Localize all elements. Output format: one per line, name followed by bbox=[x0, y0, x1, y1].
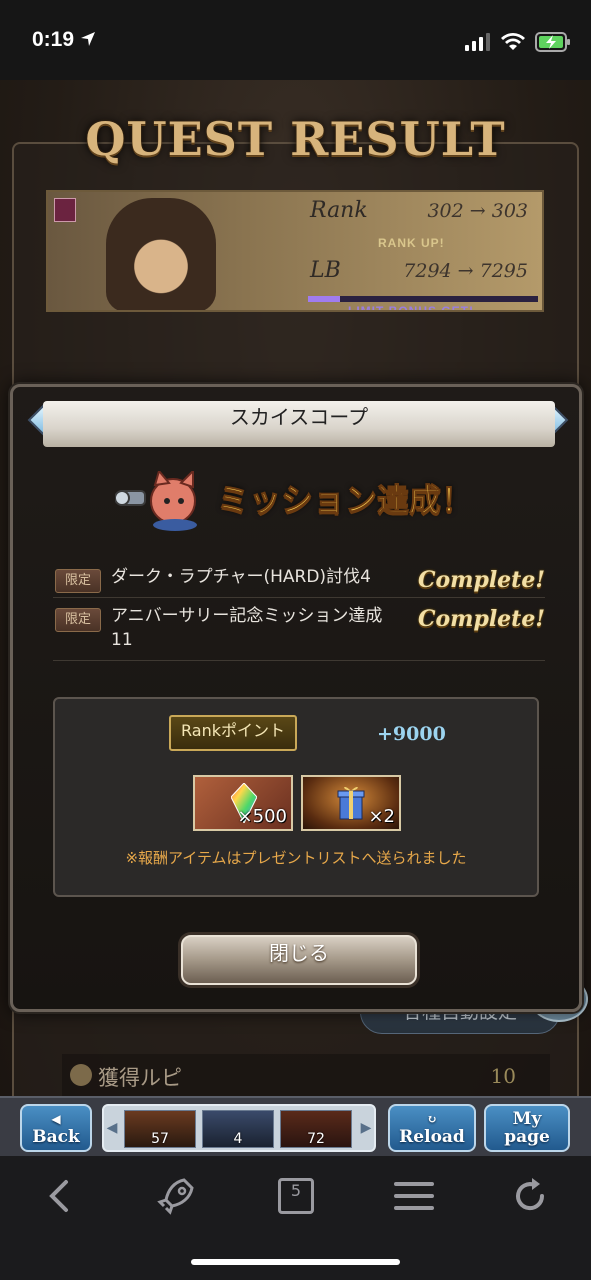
character-portrait bbox=[106, 198, 216, 310]
summon-strip: ◀ 57 4 72 ▶ bbox=[102, 1104, 376, 1152]
rupee-coin-icon bbox=[70, 1064, 92, 1086]
summon-count: 72 bbox=[307, 1131, 325, 1147]
reload-button-label: Reload bbox=[399, 1127, 465, 1147]
refresh-icon[interactable] bbox=[508, 1176, 552, 1216]
character-card: Rank 302 → 303 RANK UP! LB 7294 → 7295 L… bbox=[46, 190, 544, 312]
gift-box-icon bbox=[337, 786, 365, 820]
back-arrow-icon: ◀ bbox=[51, 1112, 61, 1126]
summon-slot[interactable]: 57 bbox=[124, 1110, 196, 1148]
back-button-label: Back bbox=[32, 1127, 80, 1147]
dialog-title: スカイスコープ bbox=[43, 401, 555, 447]
tabs-button[interactable]: 5 bbox=[274, 1176, 318, 1216]
rank-label: Rank bbox=[310, 198, 368, 223]
rank-change: 302 → 303 bbox=[427, 200, 528, 222]
telescope-mascot-icon bbox=[115, 471, 197, 531]
quest-result-title: QUEST RESULT bbox=[85, 112, 506, 166]
lb-progress-bar bbox=[308, 296, 538, 302]
lb-label: LB bbox=[310, 258, 341, 283]
rank-point-value: +9000 bbox=[377, 723, 446, 745]
lb-change: 7294 → 7295 bbox=[403, 260, 528, 282]
mission-text: ダーク・ラプチャー(HARD)討伐4 bbox=[111, 567, 371, 587]
summon-count: 57 bbox=[151, 1131, 169, 1147]
back-chevron-icon[interactable] bbox=[38, 1176, 82, 1216]
rocket-icon[interactable] bbox=[154, 1176, 198, 1216]
menu-icon[interactable] bbox=[392, 1176, 436, 1216]
rupee-value: 10 bbox=[490, 1064, 516, 1088]
limited-badge: 限定 bbox=[55, 608, 101, 632]
mission-complete-title: ミッション達成！ bbox=[217, 481, 474, 520]
tab-count: 5 bbox=[278, 1178, 314, 1214]
mission-row: 限定 ダーク・ラプチャー(HARD)討伐4 Complete! bbox=[53, 559, 545, 598]
status-bar: 0:19 bbox=[0, 0, 591, 80]
back-button[interactable]: ◀ Back bbox=[20, 1104, 92, 1152]
game-view: QUEST RESULT Rank 302 → 303 RANK UP! LB … bbox=[0, 80, 591, 1156]
mission-complete-status: Complete! bbox=[417, 567, 545, 593]
reward-item-count: ×2 bbox=[368, 806, 395, 827]
home-indicator[interactable] bbox=[191, 1259, 400, 1265]
reward-item-count: ×500 bbox=[237, 806, 287, 827]
element-badge-icon bbox=[54, 198, 76, 222]
rupee-label: 獲得ルピ bbox=[98, 1066, 182, 1090]
summon-slot[interactable]: 72 bbox=[280, 1110, 352, 1148]
reward-item: ×2 bbox=[301, 775, 401, 831]
reward-box: Rankポイント +9000 ×500 ×2 ※報酬アイテムはプレゼントリストへ… bbox=[53, 697, 539, 897]
close-button[interactable]: 閉じる bbox=[181, 935, 417, 985]
mypage-label-line2: page bbox=[504, 1127, 550, 1147]
status-icons bbox=[465, 30, 571, 54]
reward-item: ×500 bbox=[193, 775, 293, 831]
mission-row: 限定 アニバーサリー記念ミッション達成11 Complete! bbox=[53, 598, 545, 661]
cellular-signal-icon bbox=[465, 33, 490, 51]
battery-charging-icon bbox=[535, 32, 570, 52]
clock-text: 0:19 bbox=[32, 28, 75, 51]
game-navigation-bar: ◀ Back ◀ 57 4 72 ▶ ↻ Reload My page bbox=[0, 1096, 591, 1156]
mission-list: 限定 ダーク・ラプチャー(HARD)討伐4 Complete! 限定 アニバーサ… bbox=[53, 559, 545, 661]
rank-point-label: Rankポイント bbox=[169, 715, 297, 751]
mission-complete-status: Complete! bbox=[417, 606, 545, 632]
strip-right-arrow-icon[interactable]: ▶ bbox=[360, 1120, 372, 1138]
reward-note: ※報酬アイテムはプレゼントリストへ送られました bbox=[125, 849, 467, 867]
reload-button[interactable]: ↻ Reload bbox=[388, 1104, 476, 1152]
strip-left-arrow-icon[interactable]: ◀ bbox=[106, 1120, 118, 1138]
rank-up-text: RANK UP! bbox=[378, 236, 445, 250]
summon-slot[interactable]: 4 bbox=[202, 1110, 274, 1148]
mypage-button[interactable]: My page bbox=[484, 1104, 570, 1152]
limit-bonus-text: LIMIT BONUS GET! bbox=[348, 304, 474, 312]
rupee-row: 獲得ルピ 10 bbox=[62, 1054, 550, 1098]
location-arrow-icon bbox=[80, 32, 95, 46]
mission-complete-dialog: スカイスコープ ミッション達成！ 限定 ダーク・ラプチャー(HARD)討伐4 C… bbox=[10, 384, 582, 1012]
reload-icon: ↻ bbox=[426, 1112, 438, 1126]
wifi-icon bbox=[501, 33, 525, 50]
mission-text: アニバーサリー記念ミッション達成11 bbox=[111, 606, 383, 650]
limited-badge: 限定 bbox=[55, 569, 101, 593]
status-time: 0:19 bbox=[32, 28, 96, 52]
mypage-label-line1: My bbox=[512, 1109, 542, 1129]
summon-count: 4 bbox=[233, 1131, 243, 1147]
mission-banner: ミッション達成！ bbox=[113, 467, 474, 537]
